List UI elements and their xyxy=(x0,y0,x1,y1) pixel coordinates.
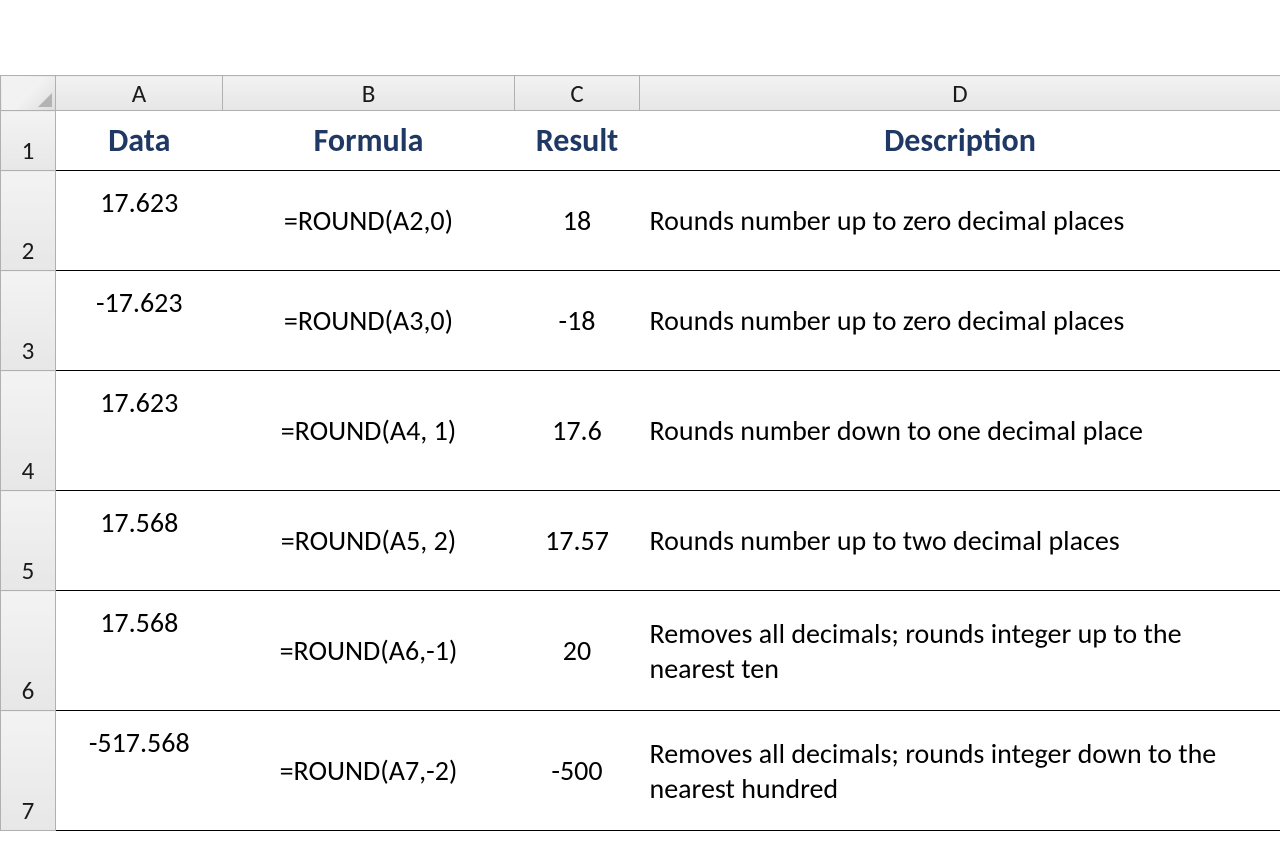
select-all-corner[interactable] xyxy=(1,76,56,111)
cell-B3[interactable]: =ROUND(A3,0) xyxy=(223,271,515,371)
row-header-3[interactable]: 3 xyxy=(1,271,56,371)
cell-C7[interactable]: -500 xyxy=(515,711,640,831)
cell-B6[interactable]: =ROUND(A6,-1) xyxy=(223,591,515,711)
cell-D7[interactable]: Removes all decimals; rounds integer dow… xyxy=(640,711,1280,831)
table-row: 2 17.623 =ROUND(A2,0) 18 Rounds number u… xyxy=(1,171,1280,271)
row-header-7[interactable]: 7 xyxy=(1,711,56,831)
cell-B4[interactable]: =ROUND(A4, 1) xyxy=(223,371,515,491)
table-row: 4 17.623 =ROUND(A4, 1) 17.6 Rounds numbe… xyxy=(1,371,1280,491)
table-row: 5 17.568 =ROUND(A5, 2) 17.57 Rounds numb… xyxy=(1,491,1280,591)
cell-B2[interactable]: =ROUND(A2,0) xyxy=(223,171,515,271)
cell-A6[interactable]: 17.568 xyxy=(56,591,223,711)
cell-A3[interactable]: -17.623 xyxy=(56,271,223,371)
grid: A B C D 1 Data Formula Result Descriptio… xyxy=(0,75,1280,831)
table-row: 7 -517.568 =ROUND(A7,-2) -500 Removes al… xyxy=(1,711,1280,831)
cell-B5[interactable]: =ROUND(A5, 2) xyxy=(223,491,515,591)
cell-A5[interactable]: 17.568 xyxy=(56,491,223,591)
cell-C1[interactable]: Result xyxy=(515,111,640,171)
cell-D4[interactable]: Rounds number down to one decimal place xyxy=(640,371,1280,491)
cell-A7[interactable]: -517.568 xyxy=(56,711,223,831)
cell-C5[interactable]: 17.57 xyxy=(515,491,640,591)
cell-D3[interactable]: Rounds number up to zero decimal places xyxy=(640,271,1280,371)
table-row: 3 -17.623 =ROUND(A3,0) -18 Rounds number… xyxy=(1,271,1280,371)
column-header-A[interactable]: A xyxy=(56,76,223,111)
cell-D6[interactable]: Removes all decimals; rounds integer up … xyxy=(640,591,1280,711)
column-header-C[interactable]: C xyxy=(515,76,640,111)
spreadsheet: A B C D 1 Data Formula Result Descriptio… xyxy=(0,75,1280,831)
row-header-2[interactable]: 2 xyxy=(1,171,56,271)
cell-D1[interactable]: Description xyxy=(640,111,1280,171)
row-header-6[interactable]: 6 xyxy=(1,591,56,711)
cell-B7[interactable]: =ROUND(A7,-2) xyxy=(223,711,515,831)
table-row: 6 17.568 =ROUND(A6,-1) 20 Removes all de… xyxy=(1,591,1280,711)
cell-C6[interactable]: 20 xyxy=(515,591,640,711)
cell-D5[interactable]: Rounds number up to two decimal places xyxy=(640,491,1280,591)
column-header-B[interactable]: B xyxy=(223,76,515,111)
row-header-1[interactable]: 1 xyxy=(1,111,56,171)
cell-B1[interactable]: Formula xyxy=(223,111,515,171)
cell-C2[interactable]: 18 xyxy=(515,171,640,271)
cell-A2[interactable]: 17.623 xyxy=(56,171,223,271)
cell-A1[interactable]: Data xyxy=(56,111,223,171)
cell-C4[interactable]: 17.6 xyxy=(515,371,640,491)
column-header-D[interactable]: D xyxy=(640,76,1280,111)
column-header-row: A B C D xyxy=(1,76,1280,111)
row-header-4[interactable]: 4 xyxy=(1,371,56,491)
cell-D2[interactable]: Rounds number up to zero decimal places xyxy=(640,171,1280,271)
table-row: 1 Data Formula Result Description xyxy=(1,111,1280,171)
row-header-5[interactable]: 5 xyxy=(1,491,56,591)
cell-A4[interactable]: 17.623 xyxy=(56,371,223,491)
cell-C3[interactable]: -18 xyxy=(515,271,640,371)
